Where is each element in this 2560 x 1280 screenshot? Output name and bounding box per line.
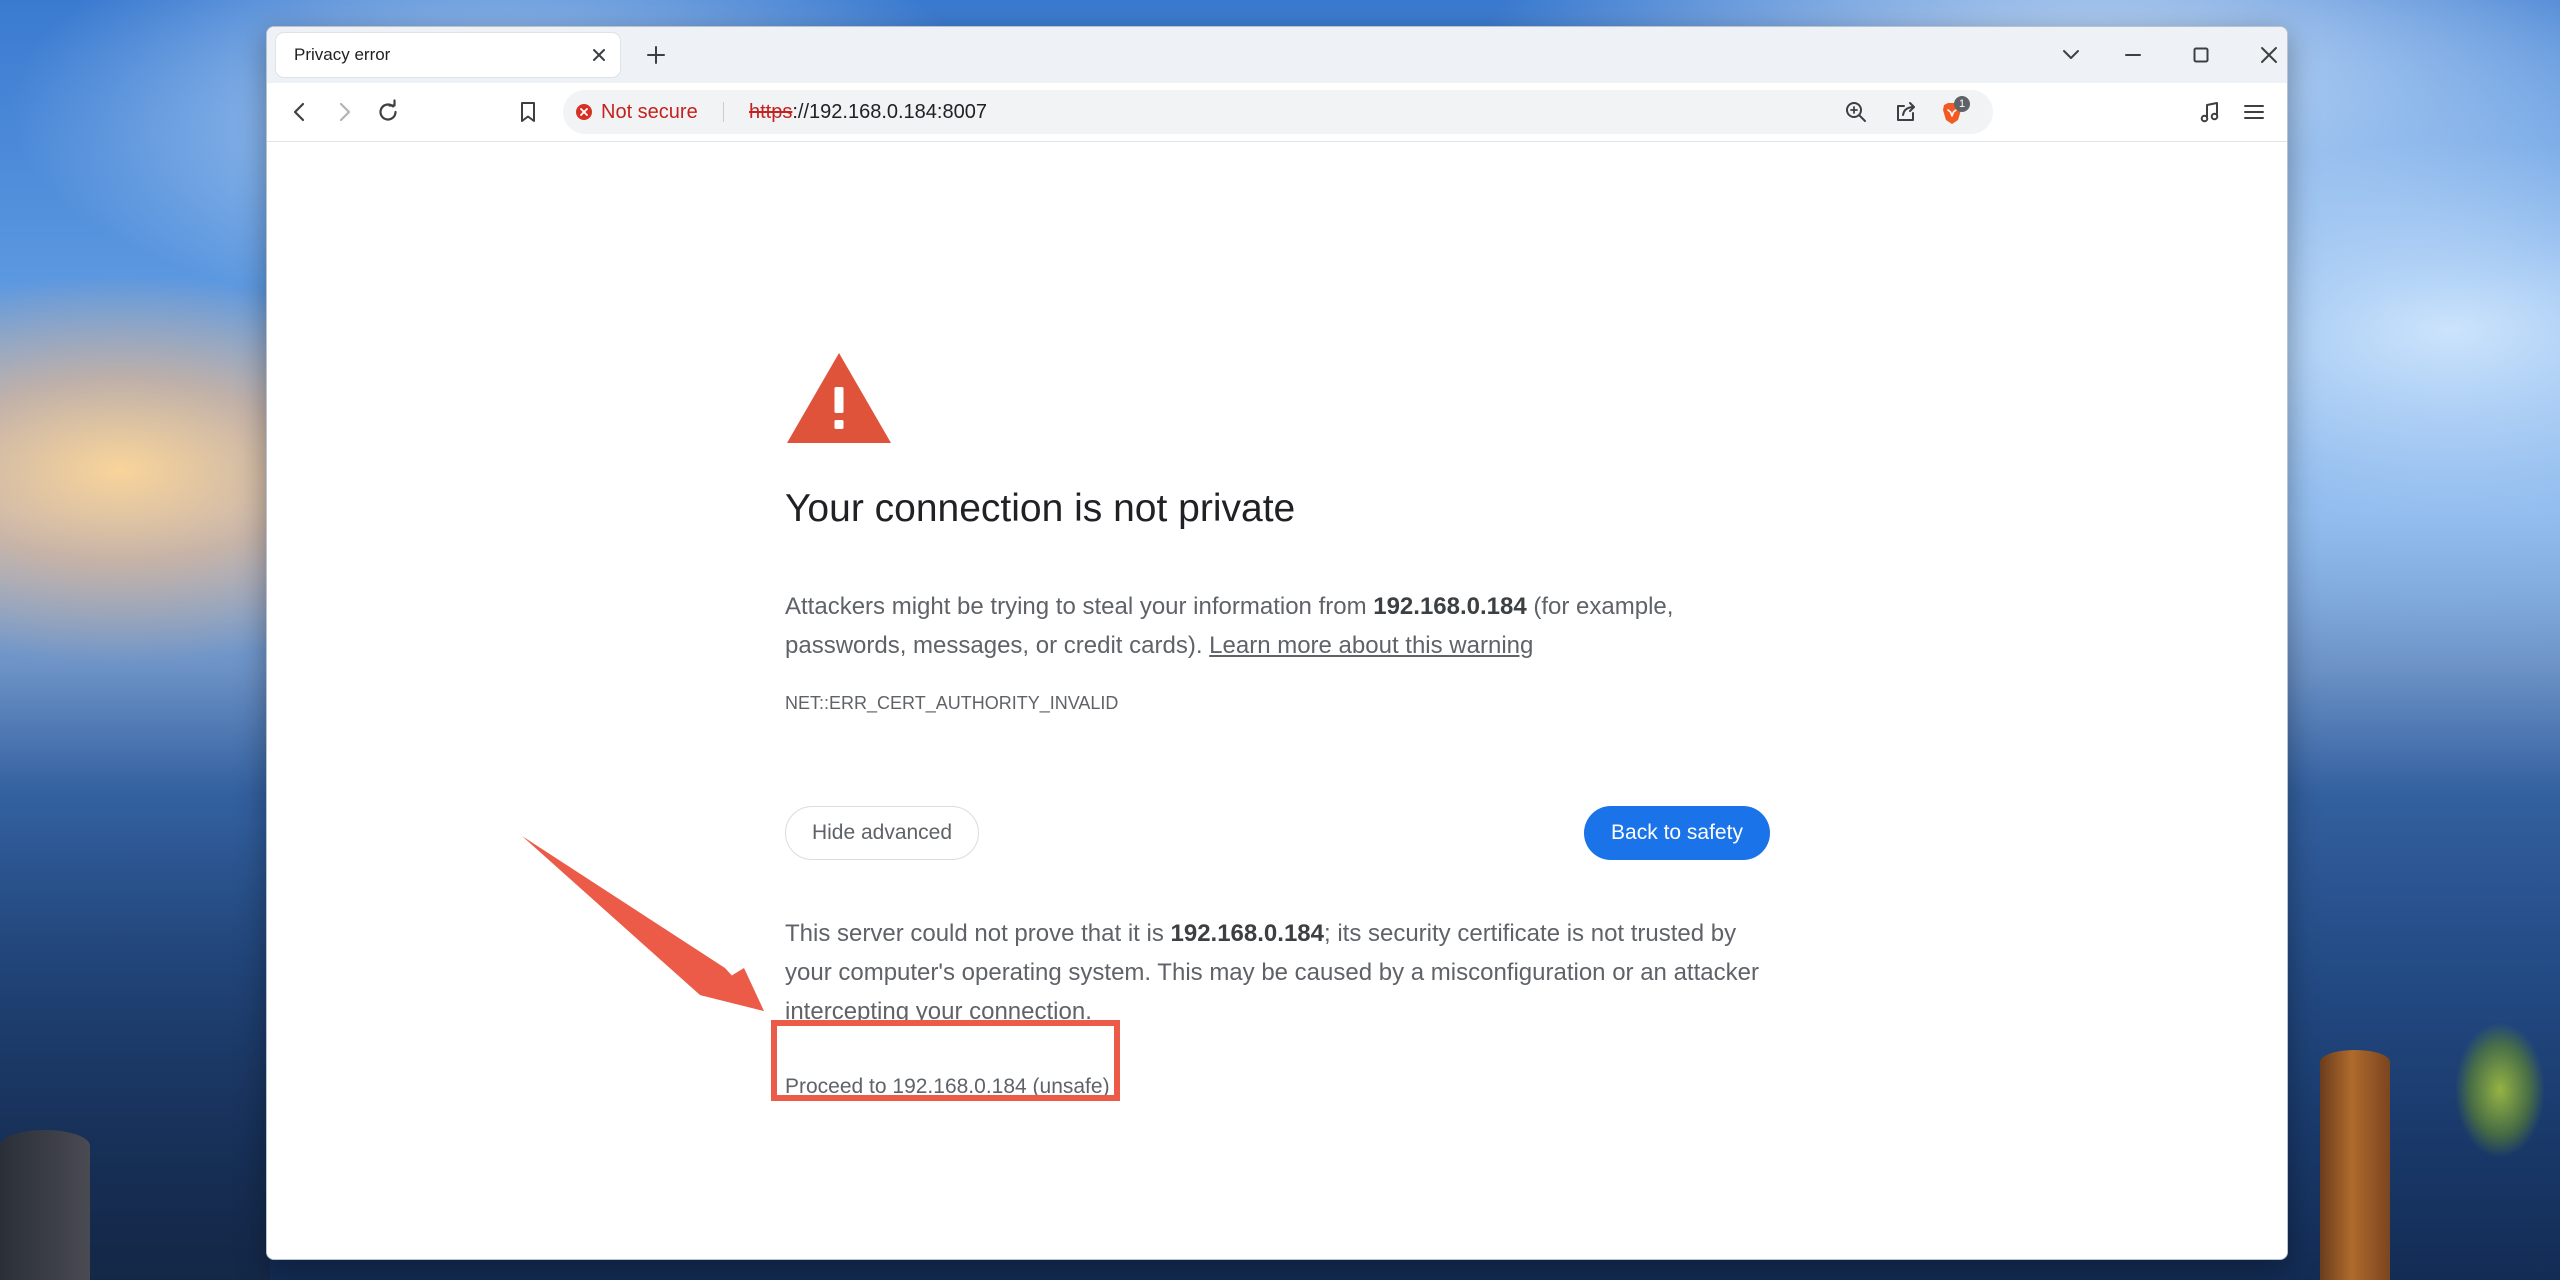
hamburger-menu-icon[interactable]: [2239, 97, 2269, 127]
url-text[interactable]: https://192.168.0.184:8007: [749, 90, 987, 134]
active-tab[interactable]: Privacy error: [276, 33, 620, 77]
learn-more-link[interactable]: Learn more about this warning: [1209, 632, 1533, 659]
wallpaper-stump: [0, 1130, 90, 1280]
intro-text: Attackers might be trying to steal your …: [785, 593, 1374, 620]
url-host: ://192.168.0.184:8007: [792, 101, 987, 123]
maximize-icon[interactable]: [2185, 39, 2217, 71]
close-icon[interactable]: [588, 44, 610, 66]
reload-icon[interactable]: [373, 97, 403, 127]
chevron-down-icon[interactable]: [2055, 39, 2087, 71]
tab-title: Privacy error: [294, 45, 391, 64]
music-note-icon[interactable]: [2195, 97, 2225, 127]
details-host: 192.168.0.184: [1170, 920, 1324, 947]
intro-host: 192.168.0.184: [1373, 593, 1527, 620]
warning-circle-icon[interactable]: [575, 103, 593, 121]
back-to-safety-button[interactable]: Back to safety: [1584, 806, 1770, 860]
zoom-icon[interactable]: [1843, 99, 1869, 125]
minimize-icon[interactable]: [2117, 39, 2149, 71]
shields-button[interactable]: 1: [1939, 96, 1973, 128]
page-content: Your connection is not private Attackers…: [267, 142, 2287, 1259]
details-text: This server could not prove that it is: [785, 920, 1171, 947]
browser-window: Privacy error Not secure https://192.168…: [266, 26, 2288, 1260]
annotation-highlight-box: [771, 1020, 1120, 1101]
address-bar[interactable]: Not secure https://192.168.0.184:8007 1: [563, 90, 1993, 134]
details-paragraph: This server could not prove that it is 1…: [785, 914, 1770, 1031]
warning-triangle-icon: [787, 353, 891, 443]
error-code: NET::ERR_CERT_AUTHORITY_INVALID: [785, 693, 1119, 713]
navigation-toolbar: Not secure https://192.168.0.184:8007 1: [267, 83, 2287, 142]
share-icon[interactable]: [1893, 99, 1919, 125]
bookmark-icon[interactable]: [513, 97, 543, 127]
close-icon[interactable]: [2253, 39, 2285, 71]
page-title: Your connection is not private: [785, 487, 1296, 530]
url-scheme: https: [749, 101, 793, 123]
address-divider: [723, 102, 724, 122]
arrow-right-icon[interactable]: [329, 97, 359, 127]
intro-paragraph: Attackers might be trying to steal your …: [785, 587, 1770, 665]
wallpaper-leaves: [2430, 990, 2560, 1190]
shields-badge: 1: [1954, 96, 1970, 112]
tab-strip: Privacy error: [267, 27, 2287, 83]
hide-advanced-button[interactable]: Hide advanced: [785, 806, 979, 860]
plus-icon[interactable]: [643, 42, 669, 68]
arrow-left-icon[interactable]: [285, 97, 315, 127]
not-secure-label[interactable]: Not secure: [601, 90, 698, 134]
wallpaper-wooden-post: [2320, 1050, 2390, 1280]
